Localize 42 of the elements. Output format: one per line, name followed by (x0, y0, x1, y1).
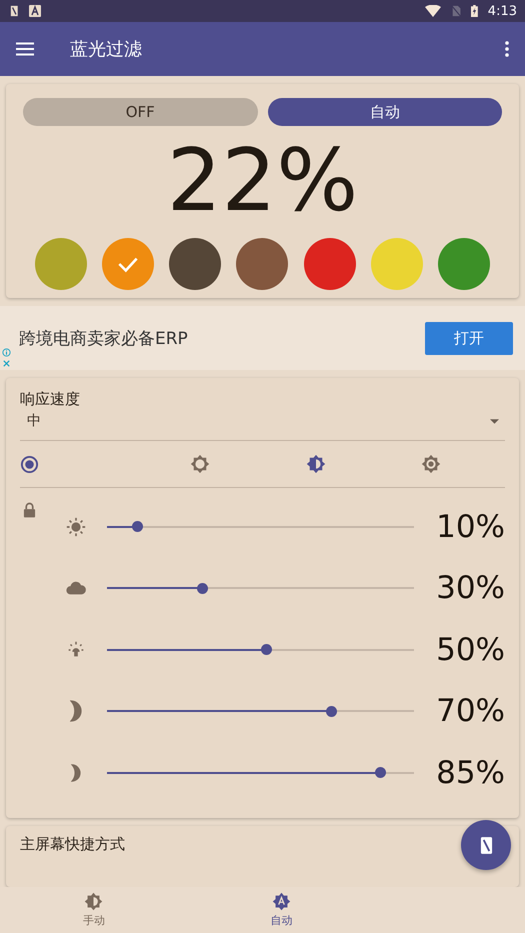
auto-brightness-icon (272, 892, 291, 911)
menu-icon[interactable] (16, 42, 34, 56)
level-slider[interactable] (107, 706, 414, 717)
level-slider[interactable] (107, 582, 414, 594)
mode-toggle-button[interactable]: 自动 (268, 98, 502, 126)
nav-tab[interactable]: 手动 (0, 887, 188, 933)
wifi-icon (424, 5, 441, 17)
level-reading: 70% (435, 693, 505, 730)
mode-toggle-button[interactable]: OFF (23, 98, 258, 126)
level-slider[interactable] (107, 521, 414, 532)
more-options-icon[interactable] (505, 41, 509, 57)
response-speed-dropdown[interactable]: 中 (20, 409, 505, 440)
level-reading: 30% (435, 570, 505, 606)
intensity-value: 22% (166, 138, 360, 224)
nav-tab[interactable]: 自动 (188, 887, 375, 933)
battery-charging-icon (470, 5, 478, 17)
phone-icon (480, 836, 492, 854)
app-title: 蓝光过滤 (70, 38, 142, 61)
level-reading: 85% (435, 754, 505, 791)
level-slider[interactable] (107, 644, 414, 656)
shortcut-card-title: 主屏幕快捷方式 (20, 834, 125, 852)
notification-icon (28, 5, 41, 17)
brightness-high-icon[interactable] (420, 454, 441, 474)
clock: 4:13 (488, 4, 517, 18)
no-sim-icon (450, 5, 461, 17)
caret-icon (490, 418, 499, 424)
notification-icon (10, 5, 19, 17)
brightness-half-icon[interactable] (306, 454, 326, 474)
response-speed-label: 响应速度 (20, 390, 80, 409)
moon-icon (70, 700, 82, 722)
brightness-half-icon (84, 892, 104, 911)
level-reading: 10% (435, 508, 505, 545)
ad-text: 跨境电商卖家必备ERP (19, 328, 189, 350)
level-reading: 50% (435, 632, 505, 668)
open-button[interactable]: 打开 (425, 322, 513, 354)
radio-button[interactable] (20, 454, 39, 474)
level-slider[interactable] (107, 767, 414, 778)
moon-icon (71, 764, 81, 782)
sun-icon (65, 516, 87, 538)
lock-icon[interactable] (23, 502, 36, 518)
color-swatch[interactable] (35, 238, 87, 290)
brightness-low-icon[interactable] (190, 454, 210, 474)
